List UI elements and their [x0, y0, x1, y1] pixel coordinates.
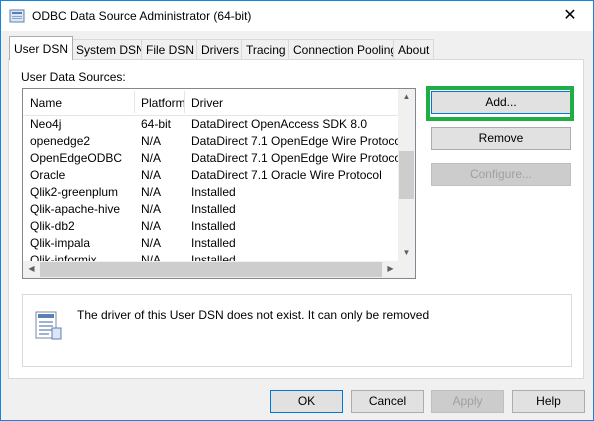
user-data-sources-label: User Data Sources:: [21, 70, 126, 84]
tab-label: Drivers: [201, 43, 239, 57]
odbc-app-icon: [9, 9, 25, 23]
dsn-driver: DataDirect 7.1 Oracle Wire Protocol: [191, 168, 382, 182]
title-bar: ODBC Data Source Administrator (64-bit) …: [1, 1, 593, 31]
tab-label: System DSN: [76, 43, 145, 57]
dsn-platform: N/A: [141, 202, 162, 216]
cancel-button[interactable]: Cancel: [351, 390, 424, 413]
dsn-name: openedge2: [30, 134, 91, 148]
column-header-platform[interactable]: Platform: [141, 96, 186, 110]
vertical-scroll-thumb[interactable]: [399, 151, 414, 199]
data-source-document-icon: [35, 311, 62, 340]
dsn-name: Qlik-db2: [30, 219, 75, 233]
dsn-name: Qlik2-greenplum: [30, 185, 119, 199]
tab-system-dsn[interactable]: System DSN: [71, 39, 150, 59]
dsn-platform: N/A: [141, 134, 162, 148]
dsn-platform: N/A: [141, 185, 162, 199]
dsn-platform: N/A: [141, 219, 162, 233]
list-item[interactable]: Oracle N/A DataDirect 7.1 Oracle Wire Pr…: [23, 167, 399, 184]
scrollbar-corner: [398, 261, 415, 278]
horizontal-scrollbar[interactable]: ◀ ▶: [23, 261, 399, 278]
scroll-right-icon[interactable]: ▶: [382, 264, 399, 273]
configure-button[interactable]: Configure...: [431, 163, 571, 186]
dsn-driver: DataDirect 7.1 OpenEdge Wire Protocol: [191, 151, 404, 165]
dsn-name: Oracle: [30, 168, 66, 182]
horizontal-scroll-thumb[interactable]: [40, 262, 382, 277]
dsn-platform: N/A: [141, 168, 162, 182]
dsn-driver: Installed: [191, 185, 236, 199]
list-item[interactable]: Qlik-apache-hive N/A Installed: [23, 201, 399, 218]
dsn-platform: 64-bit: [141, 117, 172, 131]
tab-label: Connection Pooling: [293, 43, 398, 57]
list-item[interactable]: OpenEdgeODBC N/A DataDirect 7.1 OpenEdge…: [23, 150, 404, 167]
list-item[interactable]: Qlik2-greenplum N/A Installed: [23, 184, 399, 201]
scroll-down-icon[interactable]: ▼: [398, 248, 415, 257]
add-button-highlight: [426, 86, 574, 121]
tab-connection-pooling[interactable]: Connection Pooling: [288, 39, 403, 59]
tab-label: File DSN: [146, 43, 195, 57]
data-sources-list[interactable]: Name Platform Driver Neo4j 64-bit DataDi…: [22, 88, 416, 279]
window-title: ODBC Data Source Administrator (64-bit): [32, 9, 252, 23]
description-box: The driver of this User DSN does not exi…: [22, 294, 572, 367]
column-header-name[interactable]: Name: [30, 96, 62, 110]
list-item[interactable]: Qlik-impala N/A Installed: [23, 235, 399, 252]
dsn-driver: Installed: [191, 236, 236, 250]
tab-tracing[interactable]: Tracing: [241, 39, 291, 59]
tab-label: User DSN: [14, 42, 69, 56]
column-separator[interactable]: [184, 91, 185, 113]
dsn-driver: Installed: [191, 202, 236, 216]
dsn-name: OpenEdgeODBC: [30, 151, 123, 165]
vertical-scrollbar[interactable]: ▲ ▼: [398, 89, 415, 261]
dsn-platform: N/A: [141, 236, 162, 250]
list-header: Name Platform Driver: [23, 89, 399, 116]
scroll-left-icon[interactable]: ◀: [23, 264, 40, 273]
dsn-driver: DataDirect OpenAccess SDK 8.0: [191, 117, 368, 131]
dsn-driver: Installed: [191, 219, 236, 233]
column-header-driver[interactable]: Driver: [191, 96, 223, 110]
dsn-name: Qlik-impala: [30, 236, 91, 250]
tab-label: About: [398, 43, 430, 57]
tab-label: Tracing: [246, 43, 286, 57]
scroll-up-icon[interactable]: ▲: [398, 92, 415, 101]
tab-about[interactable]: About: [393, 39, 435, 59]
list-item[interactable]: Neo4j 64-bit DataDirect OpenAccess SDK 8…: [23, 116, 399, 133]
dsn-driver: DataDirect 7.1 OpenEdge Wire Protocol: [191, 134, 404, 148]
ok-button[interactable]: OK: [270, 390, 343, 413]
dsn-name: Neo4j: [30, 117, 62, 131]
tab-file-dsn[interactable]: File DSN: [141, 39, 200, 59]
apply-button[interactable]: Apply: [431, 390, 504, 413]
dsn-platform: N/A: [141, 151, 162, 165]
help-button[interactable]: Help: [512, 390, 585, 413]
column-separator[interactable]: [134, 91, 135, 113]
dsn-name: Qlik-apache-hive: [30, 202, 121, 216]
remove-button[interactable]: Remove: [431, 127, 571, 150]
description-text: The driver of this User DSN does not exi…: [77, 308, 430, 322]
tab-user-dsn[interactable]: User DSN: [9, 36, 74, 60]
close-icon[interactable]: ✕: [547, 1, 593, 31]
list-item[interactable]: openedge2 N/A DataDirect 7.1 OpenEdge Wi…: [23, 133, 404, 150]
tab-drivers[interactable]: Drivers: [196, 39, 244, 59]
list-item[interactable]: Qlik-db2 N/A Installed: [23, 218, 399, 235]
